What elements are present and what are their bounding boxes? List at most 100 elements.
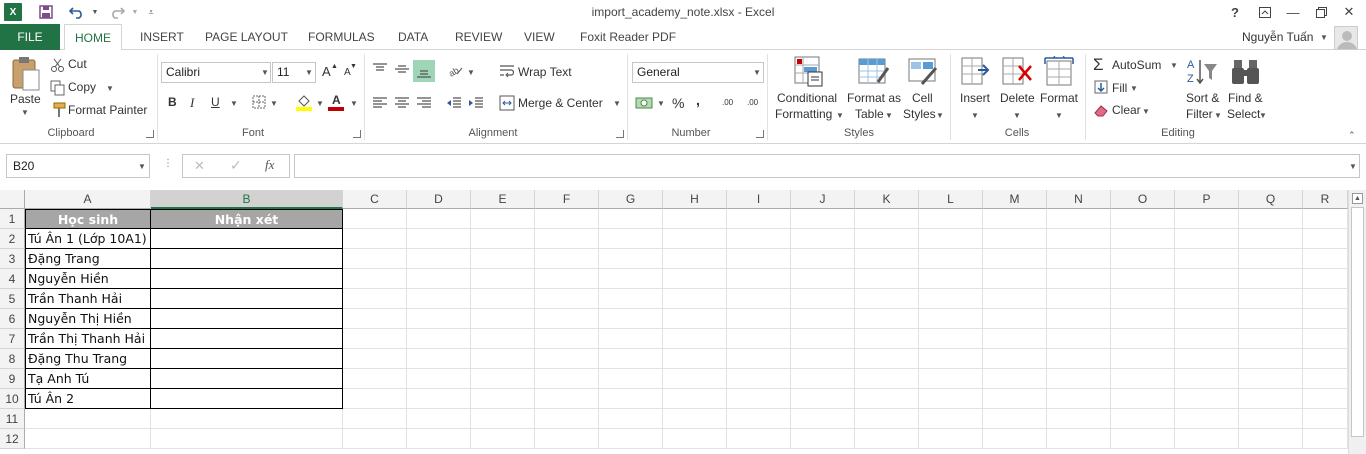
delete-cells-dropdown-icon[interactable]: ▼ [1013,111,1021,120]
column-header-f[interactable]: F [535,190,599,209]
font-launcher-icon[interactable] [353,130,361,138]
cell-e12[interactable] [471,429,535,449]
cell-p9[interactable] [1175,369,1239,389]
cell-e4[interactable] [471,269,535,289]
format-as-table-button[interactable]: Format as [847,91,901,105]
tab-data[interactable]: DATA [388,24,438,50]
cell-r12[interactable] [1303,429,1348,449]
comment-cell[interactable] [151,389,343,409]
clear-dropdown-icon[interactable]: ▼ [1142,107,1150,116]
cell-styles-dropdown-icon[interactable]: ▼ [936,111,944,120]
cell-c9[interactable] [343,369,407,389]
font-size-dropdown-icon[interactable]: ▼ [305,68,313,77]
cell-l12[interactable] [919,429,983,449]
find-select-dropdown-icon[interactable]: ▼ [1259,111,1267,120]
cell-c4[interactable] [343,269,407,289]
tab-page-layout[interactable]: PAGE LAYOUT [195,24,298,50]
grow-font-button[interactable]: A [322,64,331,79]
format-as-table-dropdown-icon[interactable]: ▼ [885,111,893,120]
cell-a11[interactable] [25,409,151,429]
cell-h10[interactable] [663,389,727,409]
cell-g7[interactable] [599,329,663,349]
sort-filter-button[interactable]: Sort & [1186,91,1219,105]
fill-button[interactable]: Fill [1112,81,1127,95]
cell-p8[interactable] [1175,349,1239,369]
tab-view[interactable]: VIEW [514,24,565,50]
cell-p1[interactable] [1175,209,1239,229]
cell-i12[interactable] [727,429,791,449]
cell-h8[interactable] [663,349,727,369]
enter-entry-icon[interactable]: ✓ [230,157,242,174]
cell-c1[interactable] [343,209,407,229]
row-header-3[interactable]: 3 [0,249,25,269]
number-format-dropdown-icon[interactable]: ▼ [753,68,761,77]
comment-cell[interactable] [151,229,343,249]
row-header-2[interactable]: 2 [0,229,25,249]
cell-g2[interactable] [599,229,663,249]
cell-r7[interactable] [1303,329,1348,349]
cell-k3[interactable] [855,249,919,269]
comment-cell[interactable] [151,369,343,389]
cell-k5[interactable] [855,289,919,309]
cell-d12[interactable] [407,429,471,449]
cell-o7[interactable] [1111,329,1175,349]
cell-k1[interactable] [855,209,919,229]
cell-i7[interactable] [727,329,791,349]
cell-q5[interactable] [1239,289,1303,309]
cell-d5[interactable] [407,289,471,309]
bold-button[interactable]: B [168,95,177,109]
cell-e3[interactable] [471,249,535,269]
cell-g3[interactable] [599,249,663,269]
column-header-i[interactable]: I [727,190,791,209]
scroll-thumb[interactable] [1351,207,1364,437]
header-cell-hoc-sinh[interactable]: Học sinh [25,209,151,229]
fill-color-icon[interactable] [296,93,312,111]
tab-formulas[interactable]: FORMULAS [298,24,385,50]
cell-h12[interactable] [663,429,727,449]
row-header-11[interactable]: 11 [0,409,25,429]
row-header-8[interactable]: 8 [0,349,25,369]
cell-p3[interactable] [1175,249,1239,269]
cell-q11[interactable] [1239,409,1303,429]
cell-k2[interactable] [855,229,919,249]
paste-button[interactable]: Paste ▼ [8,56,42,118]
cell-n5[interactable] [1047,289,1111,309]
copy-button[interactable]: Copy [68,80,96,94]
orientation-icon[interactable]: ab [447,62,463,79]
cell-f7[interactable] [535,329,599,349]
cell-f8[interactable] [535,349,599,369]
cell-i9[interactable] [727,369,791,389]
cell-q8[interactable] [1239,349,1303,369]
cell-e1[interactable] [471,209,535,229]
cancel-entry-icon[interactable]: ✕ [194,158,205,174]
row-header-1[interactable]: 1 [0,209,25,229]
cell-e5[interactable] [471,289,535,309]
cell-h2[interactable] [663,229,727,249]
insert-cells-dropdown-icon[interactable]: ▼ [971,111,979,120]
number-launcher-icon[interactable] [756,130,764,138]
cell-k10[interactable] [855,389,919,409]
cell-j5[interactable] [791,289,855,309]
cell-e6[interactable] [471,309,535,329]
cell-k4[interactable] [855,269,919,289]
format-cells-dropdown-icon[interactable]: ▼ [1055,111,1063,120]
row-header-5[interactable]: 5 [0,289,25,309]
cell-f10[interactable] [535,389,599,409]
cell-d6[interactable] [407,309,471,329]
student-name-cell[interactable]: Tạ Anh Tú [25,369,151,389]
cell-f6[interactable] [535,309,599,329]
student-name-cell[interactable]: Nguyễn Thị Hiền [25,309,151,329]
cell-j6[interactable] [791,309,855,329]
cell-k11[interactable] [855,409,919,429]
merge-center-dropdown-icon[interactable]: ▼ [613,99,621,108]
cell-o2[interactable] [1111,229,1175,249]
cell-p7[interactable] [1175,329,1239,349]
accounting-dropdown-icon[interactable]: ▼ [657,99,665,108]
column-header-k[interactable]: K [855,190,919,209]
avatar[interactable] [1334,26,1358,50]
cell-f2[interactable] [535,229,599,249]
cell-h4[interactable] [663,269,727,289]
vertical-scrollbar[interactable]: ▲ [1348,190,1366,454]
cell-d9[interactable] [407,369,471,389]
cell-o1[interactable] [1111,209,1175,229]
